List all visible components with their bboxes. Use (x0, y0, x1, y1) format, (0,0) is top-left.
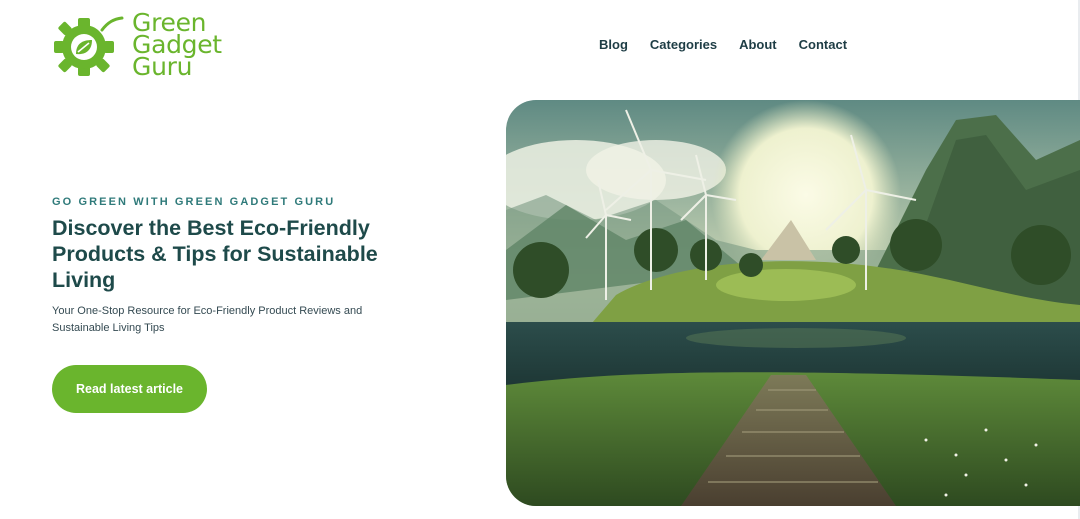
hero-eyebrow: GO GREEN WITH GREEN GADGET GURU (52, 196, 336, 208)
nav-contact[interactable]: Contact (799, 37, 847, 53)
gear-leaf-icon (54, 16, 124, 76)
nav-blog[interactable]: Blog (599, 37, 628, 53)
brand-name-line-3: Guru (132, 52, 193, 81)
brand-name: Green Gadget Guru (132, 10, 222, 81)
nav-categories[interactable]: Categories (650, 37, 717, 53)
nav-about[interactable]: About (739, 37, 777, 53)
hero-subtext: Your One-Stop Resource for Eco-Friendly … (52, 305, 363, 334)
site-logo[interactable]: Green Gadget Guru (52, 10, 222, 81)
read-latest-article-button[interactable]: Read latest article (52, 365, 207, 413)
hero-headline: Discover the Best Eco-Friendly Products … (52, 216, 378, 292)
main-nav: Blog Categories About Contact (599, 37, 847, 53)
hero-image (506, 100, 1080, 506)
